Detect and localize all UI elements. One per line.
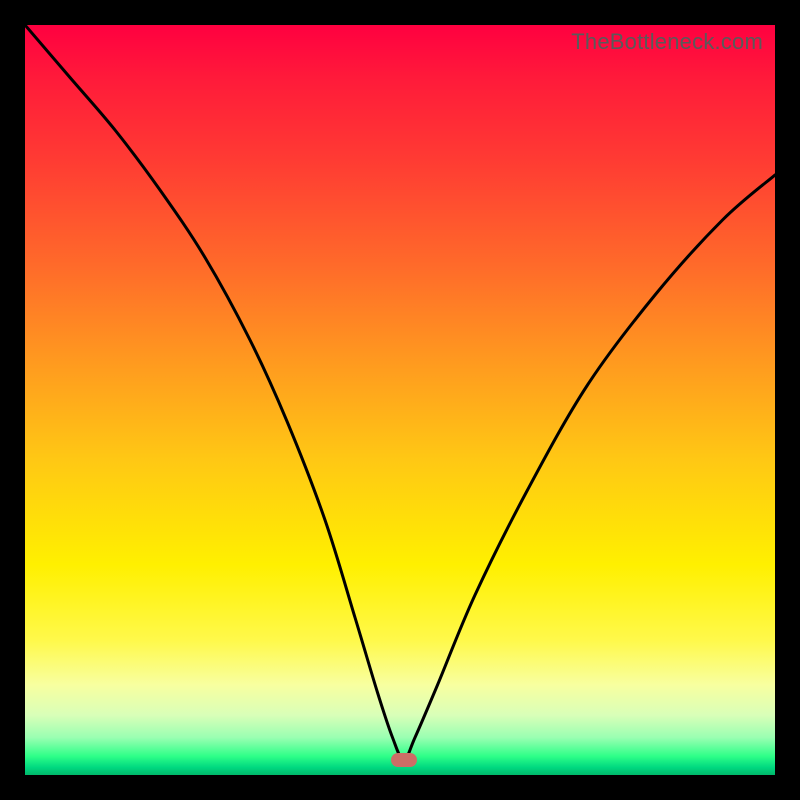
watermark-text: TheBottleneck.com [571, 29, 763, 55]
minimum-marker [391, 753, 417, 767]
bottleneck-curve [25, 25, 775, 775]
plot-area: TheBottleneck.com [25, 25, 775, 775]
chart-frame: TheBottleneck.com [0, 0, 800, 800]
